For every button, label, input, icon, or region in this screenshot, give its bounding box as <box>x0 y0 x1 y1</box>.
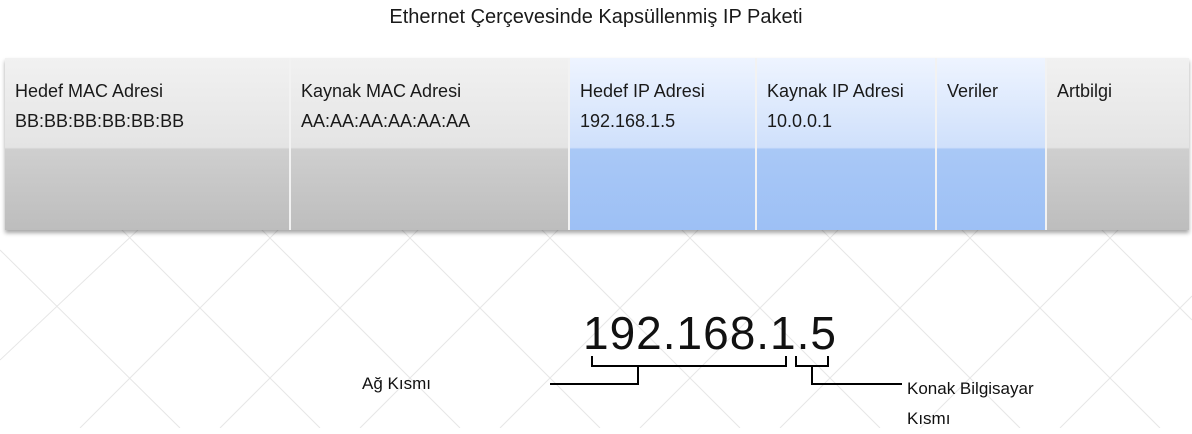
network-part-label: Ağ Kısmı <box>362 374 431 393</box>
network-leader-line <box>550 366 639 385</box>
host-part-label: Konak Bilgisayar Kısmı <box>907 374 1034 434</box>
host-leader-line <box>811 366 902 385</box>
network-bracket <box>591 356 787 367</box>
address-brackets <box>550 356 902 385</box>
host-part-label-line2: Kısmı <box>907 409 951 428</box>
host-bracket <box>795 356 829 367</box>
host-part-label-line1: Konak Bilgisayar <box>907 379 1034 398</box>
